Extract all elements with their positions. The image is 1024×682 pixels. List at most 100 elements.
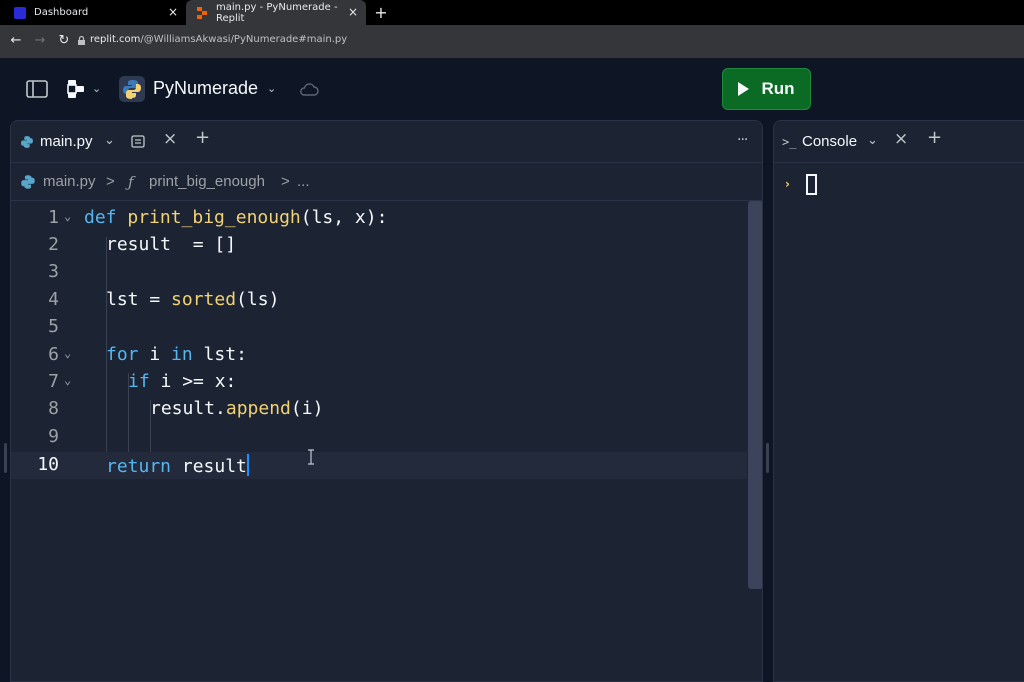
dashboard-favicon-icon <box>14 6 26 19</box>
left-resize-handle[interactable] <box>4 443 7 473</box>
line-number: 9 <box>48 426 59 447</box>
breadcrumb-ellipsis[interactable]: ... <box>297 173 310 190</box>
add-tab-button[interactable]: + <box>195 129 210 147</box>
line-number: 7 <box>48 371 59 392</box>
code-plain: (ls, x): <box>300 207 388 228</box>
close-tab-icon[interactable]: × <box>348 6 358 18</box>
code-text: return result <box>106 454 249 477</box>
ibeam-cursor-icon <box>308 449 314 465</box>
console-tab-label[interactable]: Console <box>802 133 857 150</box>
python-file-icon <box>21 175 35 189</box>
code-plain: result. <box>150 398 226 419</box>
code-plain: i >= x: <box>149 371 237 392</box>
python-file-icon <box>21 136 33 148</box>
chevron-down-icon[interactable]: ⌄ <box>267 82 276 95</box>
console-tab-bar: >_ Console ⌄ × + <box>774 121 1024 163</box>
code-keyword: return <box>106 456 172 477</box>
console-pane: >_ Console ⌄ × + › <box>773 120 1024 682</box>
browser-tab-title: main.py - PyNumerade - Replit <box>216 1 338 24</box>
code-text: result.append(i) <box>150 398 323 419</box>
sidebar-toggle-icon[interactable] <box>26 80 48 98</box>
line-number: 5 <box>48 316 59 337</box>
console-cursor[interactable] <box>806 174 817 195</box>
close-tab-icon[interactable]: × <box>168 6 178 18</box>
function-symbol-icon: ƒ <box>128 173 134 191</box>
fold-chevron-icon[interactable]: ⌄ <box>64 373 71 387</box>
forward-icon[interactable]: → <box>32 33 48 49</box>
editor-scrollbar[interactable] <box>748 201 762 589</box>
replit-logo-icon[interactable] <box>67 79 87 99</box>
code-line: 7 ⌄ if i >= x: <box>11 369 747 396</box>
browser-tab-title: Dashboard <box>34 7 89 18</box>
cloud-icon <box>300 83 319 96</box>
code-function: sorted <box>171 289 237 310</box>
python-icon <box>119 76 145 102</box>
line-number: 2 <box>48 234 59 255</box>
line-number: 10 <box>37 454 59 475</box>
code-line: 1 ⌄ def print_big_enough(ls, x): <box>11 205 747 232</box>
code-plain: result = [] <box>106 234 237 255</box>
add-tab-button[interactable]: + <box>927 129 942 147</box>
new-tab-button[interactable]: + <box>372 0 390 25</box>
file-options-icon[interactable] <box>131 135 145 148</box>
code-line: 3 <box>11 259 747 286</box>
run-button[interactable]: Run <box>722 68 811 110</box>
line-number: 3 <box>48 261 59 282</box>
play-icon <box>738 82 750 96</box>
code-line: 6 ⌄ for i in lst: <box>11 342 747 369</box>
code-plain: lst = <box>106 289 172 310</box>
lock-icon <box>78 36 85 45</box>
text-cursor <box>246 454 249 476</box>
code-text: for i in lst: <box>106 344 247 365</box>
replit-window: Dashboard × main.py - PyNumerade - Repli… <box>0 0 1024 682</box>
code-line: 4 lst = sorted(ls) <box>11 287 747 314</box>
code-text: if i >= x: <box>128 371 236 392</box>
run-label: Run <box>761 79 795 98</box>
close-tab-icon[interactable]: × <box>163 131 177 148</box>
pane-resize-handle[interactable] <box>766 443 769 473</box>
code-plain: i <box>138 344 172 365</box>
url-host: replit.com <box>90 34 141 45</box>
code-plain: (i) <box>290 398 324 419</box>
chevron-down-icon[interactable]: ⌄ <box>867 134 878 148</box>
code-plain: result <box>171 456 247 477</box>
code-keyword: if <box>128 371 150 392</box>
fold-chevron-icon[interactable]: ⌄ <box>64 209 71 223</box>
breadcrumb-symbol[interactable]: print_big_enough <box>149 173 265 190</box>
fold-chevron-icon[interactable]: ⌄ <box>64 346 71 360</box>
url-field[interactable]: replit.com/@WilliamsAkwasi/PyNumerade#ma… <box>90 34 347 45</box>
code-text: def print_big_enough(ls, x): <box>84 207 387 228</box>
back-icon[interactable]: ← <box>8 33 24 49</box>
console-prompt-icon: › <box>785 177 790 191</box>
line-number: 4 <box>48 289 59 310</box>
reload-icon[interactable]: ↻ <box>56 33 72 49</box>
chevron-down-icon[interactable]: ⌄ <box>92 82 101 95</box>
code-area[interactable]: 1 ⌄ def print_big_enough(ls, x): 2 resul… <box>11 201 747 681</box>
browser-tab-strip: Dashboard × main.py - PyNumerade - Repli… <box>0 0 1024 25</box>
code-keyword: def <box>84 207 117 228</box>
chevron-down-icon[interactable]: ⌄ <box>104 134 115 148</box>
project-title[interactable]: PyNumerade <box>153 78 258 99</box>
url-path: /@WilliamsAkwasi/PyNumerade#main.py <box>140 34 348 45</box>
code-line: 2 result = [] <box>11 232 747 259</box>
browser-tab-dashboard[interactable]: Dashboard × <box>0 0 186 25</box>
breadcrumb-file[interactable]: main.py <box>43 173 96 190</box>
more-options-icon[interactable]: ··· <box>737 133 748 147</box>
breadcrumb-separator: > <box>281 173 290 190</box>
code-line: 5 <box>11 314 747 341</box>
code-plain: lst: <box>192 344 247 365</box>
address-bar: ← → ↻ replit.com/@WilliamsAkwasi/PyNumer… <box>0 25 1024 58</box>
editor-tab-bar: main.py ⌄ × + ··· <box>11 121 762 163</box>
workspace-header: ⌄ PyNumerade ⌄ Run <box>0 58 1024 120</box>
editor-pane: main.py ⌄ × + ··· main.py > ƒ print_big_… <box>10 120 763 682</box>
browser-tab-main-py[interactable]: main.py - PyNumerade - Replit × <box>186 0 366 25</box>
line-number: 6 <box>48 344 59 365</box>
code-keyword: for <box>106 344 139 365</box>
code-line: 8 result.append(i) <box>11 396 747 423</box>
terminal-icon: >_ <box>782 135 797 149</box>
code-text: lst = sorted(ls) <box>106 289 279 310</box>
file-tab-main-py[interactable]: main.py ⌄ × <box>11 121 191 162</box>
file-tab-label: main.py <box>40 133 93 150</box>
close-tab-icon[interactable]: × <box>894 131 908 148</box>
code-function: print_big_enough <box>127 207 301 228</box>
